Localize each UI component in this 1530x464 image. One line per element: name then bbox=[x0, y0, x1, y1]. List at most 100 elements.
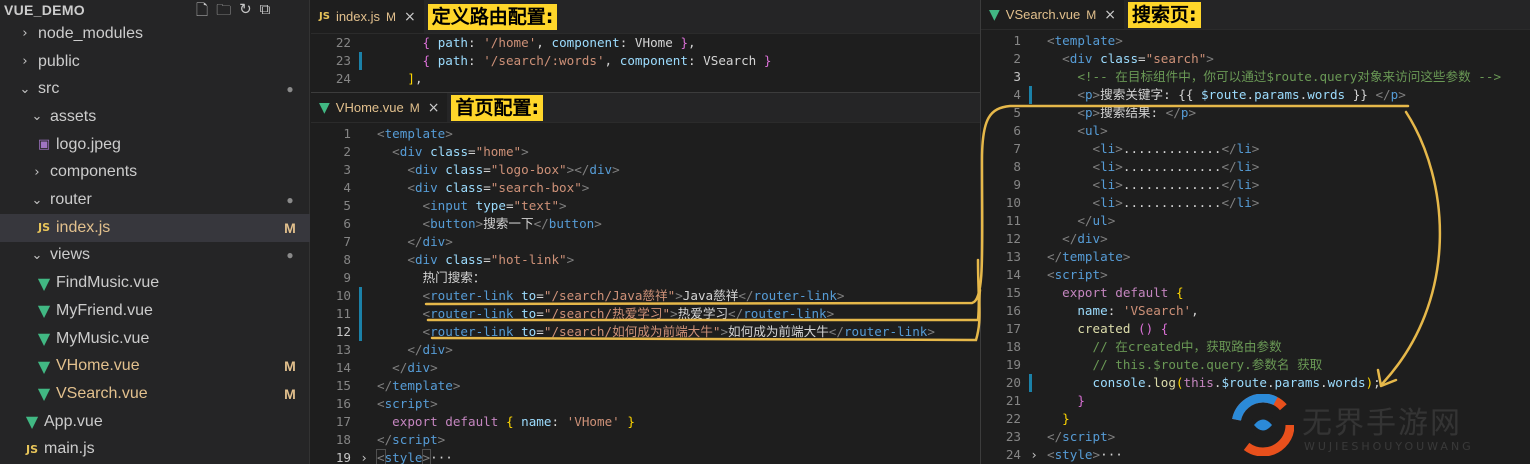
code-line: 5 <input type="text"> bbox=[311, 197, 980, 215]
code-line: 1 <template> bbox=[981, 32, 1530, 50]
tree-item-src[interactable]: ⌄ src ● bbox=[0, 75, 310, 103]
tree-item-index-js[interactable]: JS index.js M bbox=[0, 213, 310, 242]
chevron-right-icon[interactable]: › bbox=[30, 165, 44, 180]
code-line: 6 <ul> bbox=[981, 122, 1530, 140]
line-number: 6 bbox=[343, 216, 351, 231]
tree-item-mymusic-vue[interactable]: ▼ MyMusic.vue bbox=[0, 325, 310, 353]
line-number: 9 bbox=[343, 270, 351, 285]
chevron-down-icon[interactable]: ⌄ bbox=[18, 82, 32, 97]
annotation-home: 首页配置: bbox=[451, 94, 544, 121]
line-number: 16 bbox=[335, 396, 351, 411]
code-line: 6 <button>搜索一下</button> bbox=[311, 215, 980, 233]
chevron-down-icon[interactable]: ⌄ bbox=[30, 109, 44, 124]
code-line: 9 热门搜索： bbox=[311, 269, 980, 287]
line-number: 21 bbox=[1005, 393, 1021, 408]
chevron-down-icon[interactable]: ⌄ bbox=[30, 248, 44, 263]
code-editor[interactable]: 22 { path: '/home', component: VHome }, … bbox=[311, 34, 980, 88]
tree-item-label: index.js bbox=[56, 218, 111, 236]
chevron-right-icon[interactable]: › bbox=[18, 54, 32, 69]
code-line: 7 <li>.............</li> bbox=[981, 140, 1530, 158]
line-number: 2 bbox=[1013, 51, 1021, 66]
line-number: 3 bbox=[1013, 69, 1021, 84]
tab-bar: JS index.js M × 定义路由配置: bbox=[311, 0, 980, 34]
watermark-text: 无界手游网 bbox=[1302, 406, 1462, 441]
vue-file-icon: ▼ bbox=[37, 384, 51, 404]
pane-divider[interactable] bbox=[980, 0, 981, 464]
code-line: 13 </div> bbox=[311, 341, 980, 359]
watermark: 无界手游网 WUJIESHOUYOUWANG bbox=[1232, 392, 1522, 464]
new-folder-icon[interactable]: 🗀 bbox=[216, 0, 231, 20]
code-line: 3 <!-- 在目标组件中，你可以通过$route.query对象来访问这些参数… bbox=[981, 68, 1530, 86]
tree-item-label: assets bbox=[50, 107, 97, 125]
code-editor[interactable]: 1 <template> 2 <div class="home"> 3 <div … bbox=[311, 123, 980, 464]
watermark-logo-icon bbox=[1232, 394, 1294, 456]
line-number: 24 bbox=[1005, 447, 1021, 462]
tree-item-label: public bbox=[38, 52, 80, 70]
vue-file-icon: ▼ bbox=[37, 356, 51, 376]
modified-badge: M bbox=[409, 100, 420, 115]
collapse-icon[interactable]: ⧉ bbox=[260, 0, 271, 20]
line-number: 7 bbox=[343, 234, 351, 249]
refresh-icon[interactable]: ↻ bbox=[239, 0, 252, 20]
tab-vsearch-vue[interactable]: ▼ VSearch.vue M × bbox=[981, 0, 1124, 29]
close-icon[interactable]: × bbox=[1104, 7, 1116, 23]
tab-bar: ▼ VSearch.vue M × 搜索页: bbox=[981, 0, 1530, 30]
pane-divider[interactable] bbox=[311, 92, 980, 93]
code-line: 19 // this.$route.query.参数名 获取 bbox=[981, 356, 1530, 374]
tree-item-vhome-vue[interactable]: ▼ VHome.vue M bbox=[0, 352, 310, 380]
tree-item-node-modules[interactable]: › node_modules bbox=[0, 20, 310, 48]
tree-item-app-vue[interactable]: ▼ App.vue bbox=[0, 408, 310, 436]
tab-label: VSearch.vue bbox=[1005, 7, 1081, 22]
line-number: 17 bbox=[335, 414, 351, 429]
tree-item-assets[interactable]: ⌄ assets bbox=[0, 103, 310, 131]
close-icon[interactable]: × bbox=[404, 9, 416, 25]
close-icon[interactable]: × bbox=[428, 100, 440, 116]
line-number: 8 bbox=[1013, 159, 1021, 174]
tree-item-label: App.vue bbox=[44, 412, 103, 430]
tree-item-views[interactable]: ⌄ views ● bbox=[0, 242, 310, 270]
line-number: 14 bbox=[335, 360, 351, 375]
tree-item-myfriend-vue[interactable]: ▼ MyFriend.vue bbox=[0, 297, 310, 325]
vue-file-icon: ▼ bbox=[37, 329, 51, 349]
line-number: 2 bbox=[343, 144, 351, 159]
code-line: 11 <router-link to="/search/热爱学习">热爱学习</… bbox=[311, 305, 980, 323]
code-line: 18 </script> bbox=[311, 431, 980, 449]
tree-item-router[interactable]: ⌄ router ● bbox=[0, 186, 310, 214]
new-file-icon[interactable]: 🗋 bbox=[196, 0, 208, 20]
tree-item-main-js[interactable]: JS main.js bbox=[0, 436, 310, 464]
tree-item-findmusic-vue[interactable]: ▼ FindMusic.vue bbox=[0, 269, 310, 297]
line-number: 1 bbox=[343, 126, 351, 141]
line-number: 9 bbox=[1013, 177, 1021, 192]
line-number: 17 bbox=[1005, 321, 1021, 336]
code-line: 16 <script> bbox=[311, 395, 980, 413]
code-line: 2 <div class="home"> bbox=[311, 143, 980, 161]
code-line: 10 <router-link to="/search/Java慈祥">Java… bbox=[311, 287, 980, 305]
line-number: 13 bbox=[335, 342, 351, 357]
tree-item-label: src bbox=[38, 80, 60, 98]
line-number: 5 bbox=[1013, 105, 1021, 120]
tab-index-js[interactable]: JS index.js M × bbox=[311, 0, 424, 33]
line-number: 11 bbox=[1005, 213, 1021, 228]
workspace-title[interactable]: VUE_DEMO bbox=[4, 2, 85, 18]
vue-file-icon: ▼ bbox=[25, 412, 39, 432]
modified-badge: M bbox=[284, 385, 296, 402]
chevron-right-icon[interactable]: › bbox=[18, 26, 32, 41]
line-number: 22 bbox=[335, 35, 351, 50]
code-line: 1 <template> bbox=[311, 125, 980, 143]
chevron-down-icon[interactable]: ⌄ bbox=[30, 193, 44, 208]
line-number: 6 bbox=[1013, 123, 1021, 138]
vue-file-icon: ▼ bbox=[989, 6, 1000, 23]
tree-item-components[interactable]: › components bbox=[0, 159, 310, 187]
tree-item-public[interactable]: › public bbox=[0, 48, 310, 76]
tree-item-logo-jpeg[interactable]: ▣ logo.jpeg bbox=[0, 131, 310, 159]
tree-item-vsearch-vue[interactable]: ▼ VSearch.vue M bbox=[0, 380, 310, 408]
tree-item-label: router bbox=[50, 191, 92, 209]
code-line: 4 <p>搜索关键字: {{ $route.params.words }} </… bbox=[981, 86, 1530, 104]
code-line: 12 </div> bbox=[981, 230, 1530, 248]
tree-item-label: node_modules bbox=[38, 24, 143, 42]
vue-file-icon: ▼ bbox=[37, 301, 51, 321]
line-number: 18 bbox=[335, 432, 351, 447]
explorer-actions: 🗋 🗀 ↻ ⧉ bbox=[196, 0, 270, 20]
tab-vhome-vue[interactable]: ▼ VHome.vue M × bbox=[311, 93, 448, 122]
vue-file-icon: ▼ bbox=[37, 273, 51, 293]
